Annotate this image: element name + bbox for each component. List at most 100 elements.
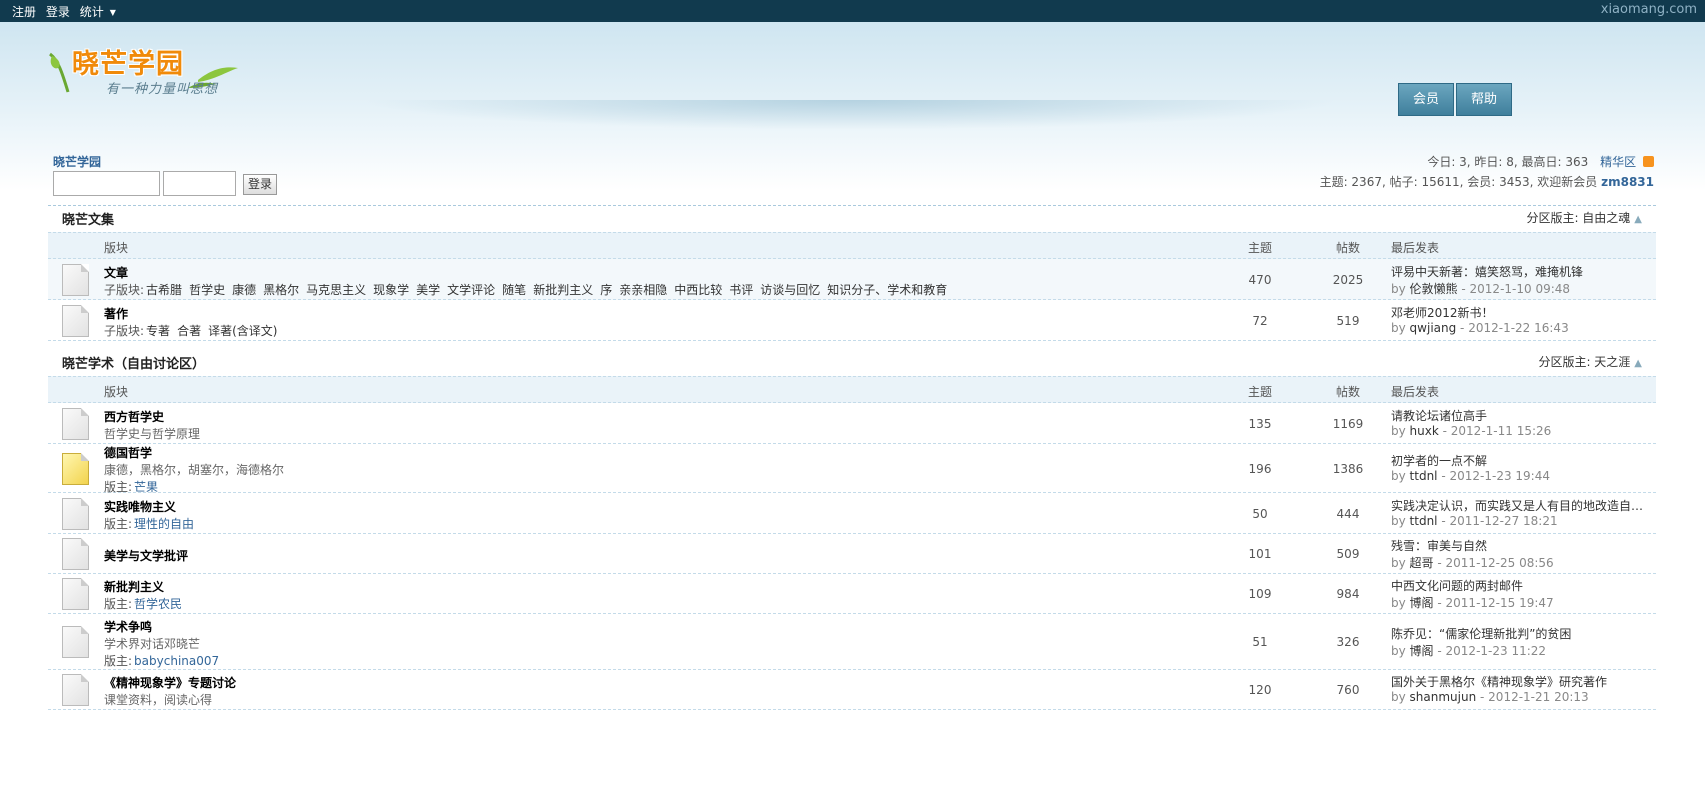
forum-name[interactable]: 学术争鸣 <box>104 618 152 635</box>
section-header: 晓芒学术（自由讨论区） 分区版主: 天之涯 ▲ <box>48 344 1656 376</box>
digest-link[interactable]: 精华区 <box>1600 155 1636 169</box>
last-post-title[interactable]: 邓老师2012新书！ <box>1391 304 1494 321</box>
collapse-icon[interactable]: ▲ <box>1634 214 1642 225</box>
last-post-user[interactable]: ttdnl <box>1410 514 1438 528</box>
last-post-time: 2011-12-27 18:21 <box>1449 514 1558 528</box>
last-post-title[interactable]: 评易中天新著：嬉笑怒骂，难掩机锋 <box>1391 263 1583 280</box>
section-moderator: 分区版主: 天之涯 ▲ <box>1538 353 1642 370</box>
subforum-link[interactable]: 合著 <box>177 324 201 338</box>
stats-menu[interactable]: 统计 ▼ <box>80 5 122 19</box>
forum-name[interactable]: 文章 <box>104 264 128 281</box>
section-header: 晓芒文集 分区版主: 自由之魂 ▲ <box>48 200 1656 232</box>
by-label: by <box>1391 644 1410 658</box>
member-button[interactable]: 会员 <box>1398 83 1454 116</box>
collapse-icon[interactable]: ▲ <box>1634 358 1642 369</box>
forum-name[interactable]: 德国哲学 <box>104 444 152 461</box>
subforum-link[interactable]: 新批判主义 <box>533 283 593 297</box>
last-post-title[interactable]: 残雪：审美与自然 <box>1391 537 1487 554</box>
forum-name[interactable]: 美学与文学批评 <box>104 547 188 564</box>
topic-count: 109 <box>1248 587 1272 601</box>
register-link[interactable]: 注册 <box>12 5 36 19</box>
last-post-user[interactable]: 博阁 <box>1410 596 1434 610</box>
forum-name[interactable]: 著作 <box>104 305 128 322</box>
last-post-user[interactable]: shanmujun <box>1410 690 1477 704</box>
subforum-link[interactable]: 随笔 <box>502 283 526 297</box>
section-moderator-text: 分区版主: 天之涯 <box>1538 355 1631 369</box>
subforum-link[interactable]: 译著(含译文) <box>208 324 277 338</box>
subforum-link[interactable]: 黑格尔 <box>263 283 299 297</box>
time-separator: - <box>1437 514 1450 528</box>
last-post-time: 2012-1-22 16:43 <box>1468 321 1569 335</box>
last-post-time: 2011-12-25 08:56 <box>1445 556 1554 570</box>
site-logo[interactable]: 晓芒学园 有一种力量叫思想 <box>48 42 238 102</box>
password-input[interactable] <box>163 171 236 196</box>
subforum-link[interactable]: 马克思主义 <box>306 283 366 297</box>
forum-status-icon <box>62 578 89 610</box>
last-post-time: 2012-1-11 15:26 <box>1450 424 1552 438</box>
moderator-link[interactable]: babychina007 <box>134 654 219 668</box>
forum-name[interactable]: 《精神现象学》专题讨论 <box>104 674 236 691</box>
last-post-title[interactable]: 国外关于黑格尔《精神现象学》研究著作 <box>1391 673 1607 690</box>
subforum-link[interactable]: 书评 <box>729 283 753 297</box>
subforum-link[interactable]: 访谈与回忆 <box>760 283 820 297</box>
subforum-link[interactable]: 亲亲相隐 <box>619 283 667 297</box>
by-label: by <box>1391 596 1410 610</box>
daily-stats: 今日: 3, 昨日: 8, 最高日: 363 精华区 <box>1427 153 1654 170</box>
section-title[interactable]: 晓芒学术（自由讨论区） <box>62 353 205 372</box>
moderator-link[interactable]: 哲学农民 <box>134 597 182 611</box>
by-label: by <box>1391 514 1410 528</box>
username-input[interactable] <box>53 171 160 196</box>
forum-name[interactable]: 实践唯物主义 <box>104 498 176 515</box>
subforum-link[interactable]: 古希腊 <box>146 283 182 297</box>
rss-icon[interactable] <box>1643 156 1654 167</box>
forum-status-icon <box>62 264 89 296</box>
last-post-meta: by 伦敦懒熊 - 2012-1-10 09:48 <box>1391 280 1570 297</box>
last-post-user[interactable]: 超哥 <box>1410 556 1434 570</box>
last-post-title[interactable]: 初学者的一点不解 <box>1391 452 1487 469</box>
last-post-title[interactable]: 中西文化问题的两封邮件 <box>1391 577 1523 594</box>
forum-row: 新批判主义 版主: 哲学农民 109 984 中西文化问题的两封邮件 by 博阁 - 201… <box>48 574 1656 614</box>
last-post-time: 2011-12-15 19:47 <box>1445 596 1554 610</box>
topic-count: 470 <box>1248 273 1272 287</box>
by-label: by <box>1391 424 1410 438</box>
header-divider <box>360 100 1340 130</box>
moderator-link[interactable]: 芒果 <box>134 480 158 494</box>
login-button[interactable]: 登录 <box>243 174 277 195</box>
last-post-user[interactable]: 博阁 <box>1410 644 1434 658</box>
newest-member-link[interactable]: zm8831 <box>1601 175 1654 189</box>
subforum-link[interactable]: 中西比较 <box>674 283 722 297</box>
subforum-link[interactable]: 序 <box>600 283 612 297</box>
breadcrumb[interactable]: 晓芒学园 <box>53 153 101 170</box>
login-link[interactable]: 登录 <box>46 5 70 19</box>
last-post-title[interactable]: 请教论坛诸位高手 <box>1391 407 1487 424</box>
subforum-link[interactable]: 康德 <box>232 283 256 297</box>
last-post-meta: by 博阁 - 2011-12-15 19:47 <box>1391 594 1554 611</box>
top-bar: 注册 登录 统计 ▼ xiaomang.com <box>0 0 1705 22</box>
last-post-user[interactable]: 伦敦懒熊 <box>1410 282 1458 296</box>
last-post-user[interactable]: qwjiang <box>1410 321 1457 335</box>
last-post-title[interactable]: 实践决定认识，而实践又是人有目的地改造自 ... <box>1391 497 1646 514</box>
subforum-link[interactable]: 哲学史 <box>189 283 225 297</box>
subforum-link[interactable]: 知识分子、学术和教育 <box>827 283 947 297</box>
column-topics: 主题 <box>1247 241 1272 255</box>
subforum-link[interactable]: 现象学 <box>373 283 409 297</box>
post-count: 760 <box>1336 683 1360 697</box>
moderator-link[interactable]: 理性的自由 <box>134 517 194 531</box>
forum-name[interactable]: 新批判主义 <box>104 578 164 595</box>
subforum-link[interactable]: 文学评论 <box>447 283 495 297</box>
section-title[interactable]: 晓芒文集 <box>62 209 114 228</box>
help-button[interactable]: 帮助 <box>1456 83 1512 116</box>
last-post-user[interactable]: ttdnl <box>1410 469 1438 483</box>
subforum-link[interactable]: 美学 <box>416 283 440 297</box>
post-count: 519 <box>1336 314 1360 328</box>
forum-name[interactable]: 西方哲学史 <box>104 408 164 425</box>
forum-row: 《精神现象学》专题讨论 课堂资料，阅读心得 120 760 国外关于黑格尔《精神现象学》… <box>48 670 1656 710</box>
forum-status-icon <box>62 408 89 440</box>
by-label: by <box>1391 690 1410 704</box>
subforum-link[interactable]: 专著 <box>146 324 170 338</box>
last-post-time: 2012-1-21 20:13 <box>1488 690 1589 704</box>
last-post-meta: by 博阁 - 2012-1-23 11:22 <box>1391 642 1546 659</box>
last-post-title[interactable]: 陈乔见：“儒家伦理新批判”的贫困 <box>1391 625 1571 642</box>
last-post-user[interactable]: huxk <box>1410 424 1439 438</box>
topic-count: 120 <box>1248 683 1272 697</box>
